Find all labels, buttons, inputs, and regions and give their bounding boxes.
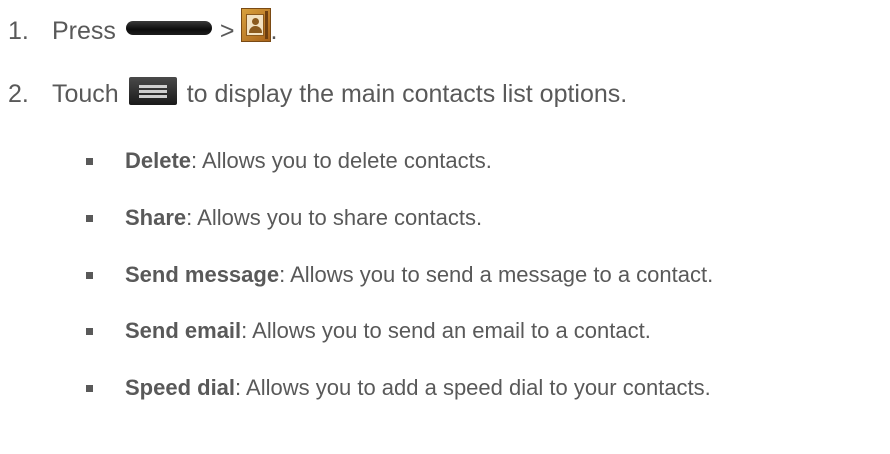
option-term: Delete	[125, 148, 192, 173]
step-text: Touch	[52, 80, 119, 108]
option-term: Send email	[125, 318, 242, 343]
option-term: Send message	[125, 262, 280, 287]
option-term: Share	[125, 205, 187, 230]
step-1: 1. Press > .	[0, 8, 278, 48]
option-description: : Allows you to share contacts.	[186, 205, 483, 230]
step-end: .	[270, 17, 278, 45]
option-description: : Allows you to add a speed dial to your…	[235, 375, 711, 400]
option-description: : Allows you to delete contacts.	[191, 148, 492, 173]
step-text-after: to display the main contacts list option…	[186, 80, 628, 108]
option-term: Speed dial	[125, 375, 236, 400]
contacts-app-icon	[240, 8, 271, 42]
list-item: Send email: Allows you to send an email …	[86, 318, 651, 344]
bullet-icon	[86, 214, 93, 222]
option-description: : Allows you to send an email to a conta…	[241, 318, 651, 343]
bullet-icon	[86, 271, 93, 279]
menu-key-icon	[128, 77, 177, 105]
list-item: Share: Allows you to share contacts.	[86, 205, 482, 231]
home-key-icon	[125, 21, 212, 35]
list-item: Delete: Allows you to delete contacts.	[86, 148, 492, 174]
bullet-icon	[86, 384, 93, 392]
list-item: Speed dial: Allows you to add a speed di…	[86, 375, 711, 401]
step-separator: >	[219, 17, 235, 45]
option-description: : Allows you to send a message to a cont…	[279, 262, 714, 287]
step-2: 2. Touch to display the main contacts li…	[0, 77, 628, 109]
step-number: 2.	[8, 80, 29, 108]
bullet-icon	[86, 327, 93, 335]
step-number: 1.	[8, 17, 29, 45]
list-item: Send message: Allows you to send a messa…	[86, 262, 713, 288]
bullet-icon	[86, 157, 93, 165]
step-text: Press	[52, 17, 116, 45]
